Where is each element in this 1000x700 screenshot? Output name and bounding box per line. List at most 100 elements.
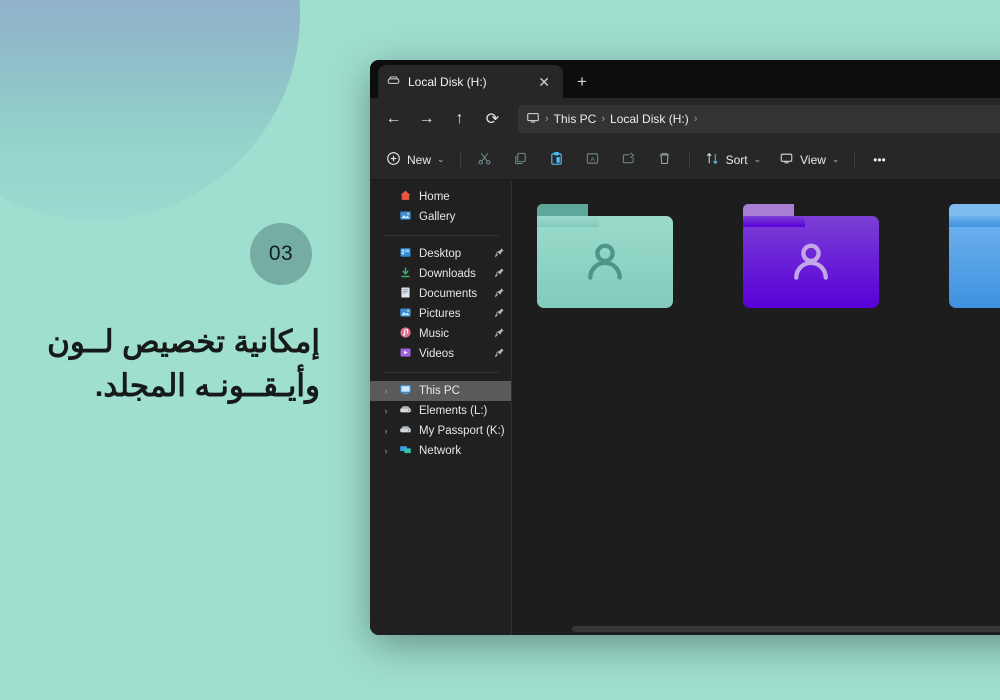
file-list-pane[interactable]	[511, 180, 1000, 635]
navigation-pane: Home Gallery Desktop Downloads Documents…	[370, 180, 512, 635]
view-icon	[779, 151, 794, 169]
sidebar-item-label: Pictures	[419, 308, 461, 320]
decorative-gradient-circle	[0, 0, 300, 220]
slide-number-badge: 03	[250, 223, 312, 285]
chevron-right-icon[interactable]: ›	[380, 406, 392, 416]
sidebar-item-label: My Passport (K:)	[419, 425, 505, 437]
documents-icon	[399, 286, 412, 302]
sidebar-item-desktop[interactable]: Desktop	[370, 244, 511, 264]
folder-grid	[536, 204, 1000, 308]
toolbar-divider	[459, 150, 461, 169]
sidebar-item-documents[interactable]: Documents	[370, 284, 511, 304]
this-pc-icon	[526, 111, 540, 128]
sidebar-item-music[interactable]: Music	[370, 324, 511, 344]
sidebar-item-gallery[interactable]: Gallery	[370, 207, 511, 227]
sort-button[interactable]: Sort ⌄	[697, 145, 770, 175]
sidebar-divider	[384, 235, 499, 236]
chevron-right-icon[interactable]: ›	[380, 446, 392, 456]
pin-icon[interactable]	[494, 307, 505, 321]
svg-text:A: A	[590, 156, 595, 163]
view-button[interactable]: View ⌄	[771, 145, 847, 175]
toolbar-divider	[854, 150, 856, 169]
scissors-icon	[477, 151, 492, 169]
more-options-button[interactable]: •••	[862, 145, 896, 175]
sidebar-item-label: Elements (L:)	[419, 405, 488, 417]
delete-button[interactable]	[648, 145, 682, 175]
refresh-icon[interactable]: ⟳	[477, 105, 508, 134]
sidebar-item-downloads[interactable]: Downloads	[370, 264, 511, 284]
pin-icon[interactable]	[494, 327, 505, 341]
breadcrumb-separator: ›	[601, 113, 606, 125]
pin-icon[interactable]	[494, 287, 505, 301]
tab-local-disk-h[interactable]: Local Disk (H:) ✕	[378, 65, 563, 98]
person-icon	[743, 216, 879, 308]
pin-icon[interactable]	[494, 347, 505, 361]
folder-item-teal[interactable]	[536, 204, 673, 308]
sidebar-item-label: Music	[419, 328, 450, 340]
horizontal-scrollbar[interactable]	[511, 623, 1000, 635]
folder-item-purple[interactable]	[742, 204, 879, 308]
sidebar-item-network[interactable]: › Network	[370, 441, 511, 461]
chevron-right-icon[interactable]: ›	[380, 386, 392, 396]
new-button-label: New	[407, 152, 432, 167]
back-icon[interactable]: ←	[378, 105, 409, 134]
desktop-icon	[399, 246, 412, 262]
download-icon	[399, 266, 412, 282]
breadcrumb-item-this-pc[interactable]: This PC	[554, 112, 597, 126]
slide-headline: إمكانية تخصيص لــون وأيـقــونـه المجلد.	[47, 324, 320, 404]
music-icon	[399, 326, 412, 342]
sidebar-item-label: Videos	[419, 348, 454, 360]
trash-icon	[657, 151, 672, 169]
chevron-down-icon: ⌄	[753, 154, 762, 164]
cut-button[interactable]	[468, 145, 502, 175]
chevron-right-icon[interactable]: ›	[380, 426, 392, 436]
plus-circle-icon	[386, 151, 401, 169]
slide-number-text: 03	[268, 242, 294, 265]
up-icon[interactable]: ↑	[444, 105, 475, 134]
breadcrumb[interactable]: › This PC › Local Disk (H:) ›	[518, 105, 1000, 133]
breadcrumb-separator: ›	[545, 113, 549, 125]
share-icon	[621, 151, 636, 169]
sidebar-item-label: This PC	[419, 385, 460, 397]
paste-icon	[549, 151, 564, 169]
sidebar-item-videos[interactable]: Videos	[370, 344, 511, 364]
sidebar-item-this-pc[interactable]: › This PC	[370, 381, 511, 401]
new-button[interactable]: New ⌄	[378, 145, 453, 175]
sort-button-label: Sort	[725, 152, 748, 167]
drive-icon	[387, 74, 400, 90]
drive-icon	[399, 403, 412, 419]
copy-button[interactable]	[504, 145, 538, 175]
pictures-icon	[399, 306, 412, 322]
scrollbar-thumb[interactable]	[571, 626, 1000, 632]
sidebar-item-label: Desktop	[419, 248, 462, 260]
home-icon	[399, 189, 412, 205]
sidebar-item-my-passport-k[interactable]: › My Passport (K:)	[370, 421, 511, 441]
sidebar-item-home[interactable]: Home	[370, 187, 511, 207]
chevron-down-icon: ⌄	[831, 154, 840, 164]
folder-item-blue[interactable]	[948, 204, 1000, 308]
pin-icon[interactable]	[494, 247, 505, 261]
rename-button[interactable]: A	[576, 145, 610, 175]
network-icon	[399, 443, 412, 459]
new-tab-button[interactable]: +	[563, 65, 601, 98]
copy-icon	[513, 151, 528, 169]
person-icon	[537, 216, 673, 308]
view-button-label: View	[800, 152, 826, 167]
close-icon[interactable]: ✕	[534, 73, 554, 91]
paste-button[interactable]	[540, 145, 574, 175]
videos-icon	[399, 346, 412, 362]
sidebar-divider	[384, 372, 499, 373]
pin-icon[interactable]	[494, 267, 505, 281]
sidebar-item-pictures[interactable]: Pictures	[370, 304, 511, 324]
share-button[interactable]	[612, 145, 646, 175]
sidebar-item-elements-l[interactable]: › Elements (L:)	[370, 401, 511, 421]
sort-arrows-icon	[705, 151, 720, 169]
gallery-icon	[399, 209, 412, 225]
rename-icon: A	[585, 151, 600, 169]
sidebar-item-label: Network	[419, 445, 462, 457]
breadcrumb-item-local-disk[interactable]: Local Disk (H:)	[610, 112, 689, 126]
breadcrumb-separator-trailing: ›	[693, 113, 698, 125]
forward-icon[interactable]: →	[411, 105, 442, 134]
tab-strip: Local Disk (H:) ✕ +	[370, 60, 1000, 98]
chevron-down-icon: ⌄	[437, 154, 445, 164]
